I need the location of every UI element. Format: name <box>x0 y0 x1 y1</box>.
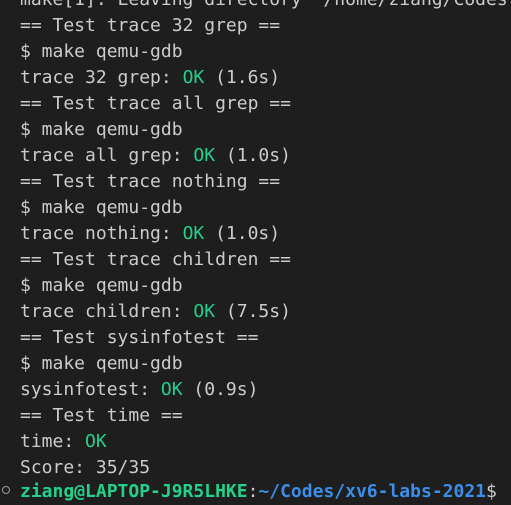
output-line: == Test trace children == <box>20 249 291 270</box>
ok-status: OK <box>160 379 183 400</box>
ok-status: OK <box>85 431 107 452</box>
test-name: time: <box>20 431 86 452</box>
prompt-symbol: $ <box>486 481 497 502</box>
output-line: trace 32 grep: OK (1.6s) <box>20 65 280 91</box>
output-line: trace children: OK (7.5s) <box>20 299 291 325</box>
output-line: $ make qemu-gdb <box>20 197 183 218</box>
output-line: $ make qemu-gdb <box>20 41 183 62</box>
output-line: == Test sysinfotest == <box>20 327 259 348</box>
ok-status: OK <box>193 145 216 166</box>
output-line: $ make qemu-gdb <box>20 353 183 374</box>
test-name: sysinfotest: <box>20 379 161 400</box>
command-decoration-icon[interactable] <box>2 486 10 494</box>
output-line: Score: 35/35 <box>20 457 151 478</box>
output-line: sysinfotest: OK (0.9s) <box>20 377 258 403</box>
ok-status: OK <box>193 301 216 322</box>
ok-status: OK <box>182 67 205 88</box>
test-name: trace 32 grep: <box>20 67 183 88</box>
output-line: == Test trace 32 grep == <box>20 15 281 36</box>
test-duration: (1.0s) <box>215 145 291 166</box>
test-name: trace nothing: <box>20 223 183 244</box>
prompt-user-host: ziang@LAPTOP-J9R5LHKE <box>20 481 248 502</box>
prompt-path: ~/Codes/xv6-labs-2021 <box>258 481 486 502</box>
test-name: trace children: <box>20 301 194 322</box>
output-line: == Test time == <box>20 405 183 426</box>
test-duration: (1.0s) <box>204 223 281 244</box>
output-line: == Test trace all grep == <box>20 93 291 114</box>
output-line: trace all grep: OK (1.0s) <box>20 143 291 169</box>
test-duration: (0.9s) <box>182 379 259 400</box>
test-name: trace all grep: <box>20 145 194 166</box>
prompt-separator: : <box>247 481 259 502</box>
test-duration: (1.6s) <box>204 67 281 88</box>
prompt-line: ziang@LAPTOP-J9R5LHKE:~/Codes/xv6-labs-2… <box>20 479 497 505</box>
output-line: $ make qemu-gdb <box>20 275 183 296</box>
output-line: make[1]: Leaving directory '/home/ziang/… <box>20 0 508 13</box>
terminal-panel[interactable]: make[1]: Leaving directory '/home/ziang/… <box>0 0 511 505</box>
output-line: trace nothing: OK (1.0s) <box>20 221 280 247</box>
test-duration: (7.5s) <box>215 301 291 322</box>
output-line: == Test trace nothing == <box>20 171 281 192</box>
ok-status: OK <box>182 223 205 244</box>
output-line: time: OK <box>20 429 107 455</box>
output-line: $ make qemu-gdb <box>20 119 183 140</box>
